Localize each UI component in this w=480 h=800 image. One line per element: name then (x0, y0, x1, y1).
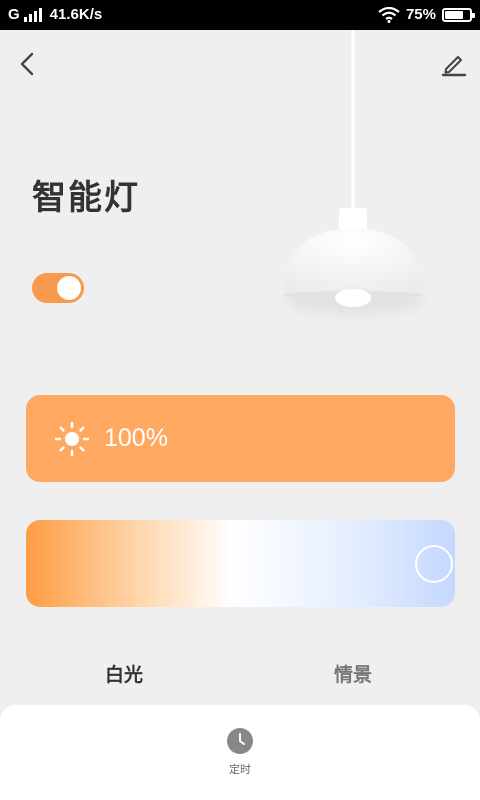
battery-level (445, 10, 463, 19)
power-toggle[interactable] (32, 273, 84, 303)
toggle-knob (57, 276, 81, 300)
battery-percent: 75% (405, 6, 436, 23)
network-speed: 41.6K/s (49, 6, 103, 23)
timer-button[interactable]: 定时 (215, 727, 265, 777)
sun-icon (54, 421, 90, 456)
network-type: G (8, 6, 20, 23)
lamp-illustration (283, 30, 425, 314)
pencil-icon (441, 56, 467, 77)
battery-icon (442, 7, 475, 22)
brightness-control[interactable]: 100% (26, 395, 455, 482)
status-left: G 41.6K/s (8, 6, 102, 23)
status-right: 75% (378, 6, 475, 23)
back-button[interactable] (14, 50, 42, 78)
status-bar: G 41.6K/s 75% (0, 0, 480, 30)
bottom-panel: 定时 (0, 705, 480, 800)
slider-thumb[interactable] (415, 545, 453, 583)
brightness-value: 100% (104, 424, 168, 452)
signal-icon (23, 7, 42, 22)
device-title: 智能灯 (32, 178, 140, 218)
timer-label: 定时 (229, 763, 251, 776)
tab-white-light[interactable]: 白光 (105, 660, 143, 687)
tab-scene[interactable]: 情景 (334, 660, 372, 687)
clock-icon (227, 728, 253, 754)
wifi-icon (378, 6, 400, 23)
color-temperature-slider[interactable] (26, 520, 455, 607)
chevron-left-icon (20, 52, 34, 76)
edit-button[interactable] (440, 50, 468, 78)
